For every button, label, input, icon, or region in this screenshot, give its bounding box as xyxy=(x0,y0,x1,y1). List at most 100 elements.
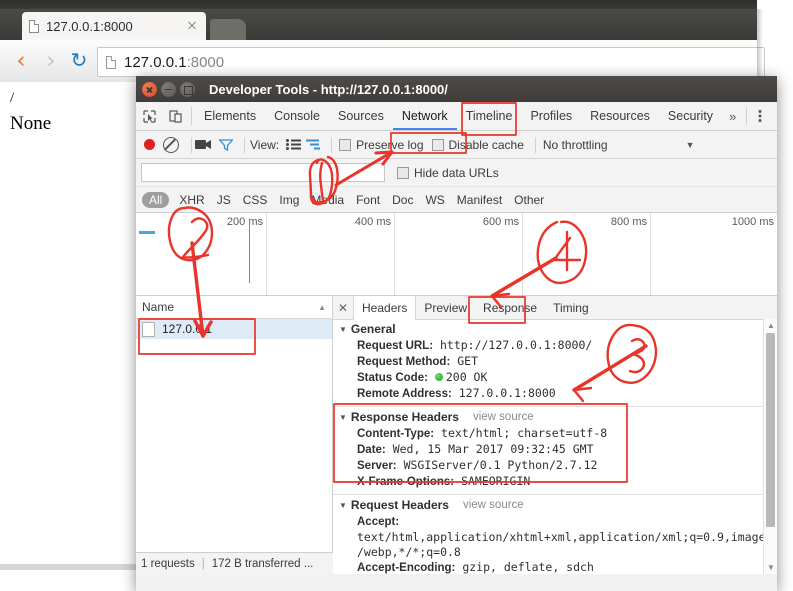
browser-tab[interactable]: 127.0.0.1:8000 xyxy=(22,12,206,40)
header-value: 200 OK xyxy=(445,370,488,384)
inspect-element-icon[interactable] xyxy=(136,102,162,130)
new-tab-button[interactable] xyxy=(210,19,246,40)
network-main-body: Name ▲ 127.0.0.1 1 requests | 172 B tran… xyxy=(136,296,777,574)
disable-cache-checkbox[interactable]: Disable cache xyxy=(431,138,524,152)
header-key: Remote Address: xyxy=(357,388,452,400)
network-toolbar: View: Preserve log Disable cache No thro… xyxy=(136,131,777,159)
tabs-overflow-button[interactable]: » xyxy=(722,102,743,130)
filter-input[interactable] xyxy=(141,163,385,182)
timeline-tick-400: 400 ms xyxy=(354,216,391,228)
type-filter-doc[interactable]: Doc xyxy=(392,193,413,207)
type-filter-other[interactable]: Other xyxy=(514,193,544,207)
camera-icon[interactable] xyxy=(195,139,213,150)
header-key: Server: xyxy=(357,460,397,472)
toolbar-divider xyxy=(191,136,192,153)
type-filter-ws[interactable]: WS xyxy=(425,193,444,207)
toolbar-divider xyxy=(244,136,245,153)
devtools-tabbar: Elements Console Sources Network Timelin… xyxy=(136,102,777,131)
header-value: SAMEORIGIN xyxy=(461,474,531,488)
type-filter-css[interactable]: CSS xyxy=(243,193,268,207)
header-row: X-Frame-Options: SAMEORIGIN xyxy=(333,474,777,490)
type-filter-xhr[interactable]: XHR xyxy=(179,193,204,207)
type-filter-js[interactable]: JS xyxy=(217,193,231,207)
tab-elements[interactable]: Elements xyxy=(195,102,265,130)
tab-preview[interactable]: Preview xyxy=(416,296,475,319)
header-row: Request URL: http://127.0.0.1:8000/ xyxy=(333,338,777,354)
close-icon[interactable]: ✕ xyxy=(333,296,353,319)
hide-data-urls-checkbox[interactable]: Hide data URLs xyxy=(397,166,499,180)
header-row: Content-Type: text/html; charset=utf-8 xyxy=(333,426,777,442)
type-filter-all[interactable]: All xyxy=(142,191,170,208)
tab-console[interactable]: Console xyxy=(265,102,329,130)
tab-resources[interactable]: Resources xyxy=(581,102,659,130)
page-icon xyxy=(105,55,117,69)
filter-icon[interactable] xyxy=(219,138,235,151)
tab-sources[interactable]: Sources xyxy=(329,102,393,130)
checkbox-box[interactable] xyxy=(431,138,444,151)
scroll-up-icon[interactable]: ▲ xyxy=(767,321,775,330)
page-icon xyxy=(28,19,40,33)
address-bar-host: 127.0.0.1 xyxy=(124,53,187,71)
scroll-down-icon[interactable]: ▼ xyxy=(767,563,775,572)
timeline-tick-800: 800 ms xyxy=(610,216,647,228)
record-button[interactable] xyxy=(144,139,155,150)
request-timeline-bar xyxy=(139,231,155,234)
reload-button[interactable]: ↻ xyxy=(68,50,90,72)
minimize-button[interactable] xyxy=(161,81,176,97)
header-key: Date: xyxy=(357,444,386,456)
type-filter-manifest[interactable]: Manifest xyxy=(457,193,502,207)
sort-ascending-icon: ▲ xyxy=(318,302,326,312)
type-filter-font[interactable]: Font xyxy=(356,193,380,207)
timeline-tick-1000: 1000 ms xyxy=(731,216,774,228)
details-scrollbar[interactable]: ▲ ▼ xyxy=(763,319,777,574)
view-source-link[interactable]: view source xyxy=(463,499,524,511)
checkbox-box[interactable] xyxy=(397,166,409,179)
list-view-icon[interactable] xyxy=(284,139,302,150)
requests-column-header[interactable]: Name ▲ xyxy=(136,296,332,319)
close-icon[interactable] xyxy=(184,18,200,34)
headers-content: ▼ General Request URL: http://127.0.0.1:… xyxy=(333,319,777,574)
view-source-link[interactable]: view source xyxy=(473,411,534,423)
throttling-select[interactable]: No throttling ▼ xyxy=(543,138,695,152)
preserve-log-checkbox[interactable]: Preserve log xyxy=(339,137,424,152)
devtools-title: Developer Tools - http://127.0.0.1:8000/ xyxy=(209,81,448,97)
section-general-header[interactable]: ▼ General xyxy=(333,319,777,338)
triangle-down-icon: ▼ xyxy=(339,324,347,334)
tab-timing[interactable]: Timing xyxy=(545,296,597,319)
column-header-name: Name xyxy=(142,300,175,314)
type-filter-img[interactable]: Img xyxy=(279,193,299,207)
window-titlebar xyxy=(0,0,757,9)
section-request-headers-header[interactable]: ▼ Request Headers view source xyxy=(333,495,777,514)
forward-button[interactable]: › xyxy=(40,50,62,73)
header-row: Status Code: 200 OK xyxy=(333,370,777,386)
table-row[interactable]: 127.0.0.1 xyxy=(136,319,332,339)
back-button[interactable]: ‹ xyxy=(10,50,32,73)
maximize-button[interactable] xyxy=(180,81,195,97)
header-value: text/html; charset=utf-8 xyxy=(441,426,608,440)
close-button[interactable] xyxy=(142,81,157,97)
tab-network[interactable]: Network xyxy=(393,102,457,130)
transferred-size: 172 B transferred ... xyxy=(211,557,314,570)
section-title: Response Headers xyxy=(350,410,459,424)
address-bar[interactable]: 127.0.0.1:8000 xyxy=(97,47,765,77)
tab-profiles[interactable]: Profiles xyxy=(521,102,581,130)
tab-security[interactable]: Security xyxy=(659,102,722,130)
network-status-bar: 1 requests | 172 B transferred ... xyxy=(136,552,337,574)
checkbox-box[interactable] xyxy=(339,138,352,151)
network-overview-timeline[interactable]: 200 ms 400 ms 600 ms 800 ms 1000 ms xyxy=(136,213,777,296)
triangle-down-icon: ▼ xyxy=(339,412,347,422)
document-icon xyxy=(142,321,155,337)
section-response-headers-header[interactable]: ▼ Response Headers view source xyxy=(333,407,777,426)
clear-icon[interactable] xyxy=(163,136,179,153)
waterfall-view-icon[interactable] xyxy=(304,139,322,150)
section-title: General xyxy=(350,322,396,336)
tab-headers[interactable]: Headers xyxy=(353,296,417,320)
header-value: Wed, 15 Mar 2017 09:32:45 GMT xyxy=(392,442,594,456)
type-filter-media[interactable]: Media xyxy=(311,193,344,207)
scrollbar-thumb[interactable] xyxy=(766,333,775,527)
preserve-log-label: Preserve log xyxy=(356,137,424,152)
more-options-icon[interactable] xyxy=(750,102,770,130)
tab-response[interactable]: Response xyxy=(475,296,545,319)
tab-timeline[interactable]: Timeline xyxy=(457,102,522,130)
device-toolbar-icon[interactable] xyxy=(162,102,188,130)
